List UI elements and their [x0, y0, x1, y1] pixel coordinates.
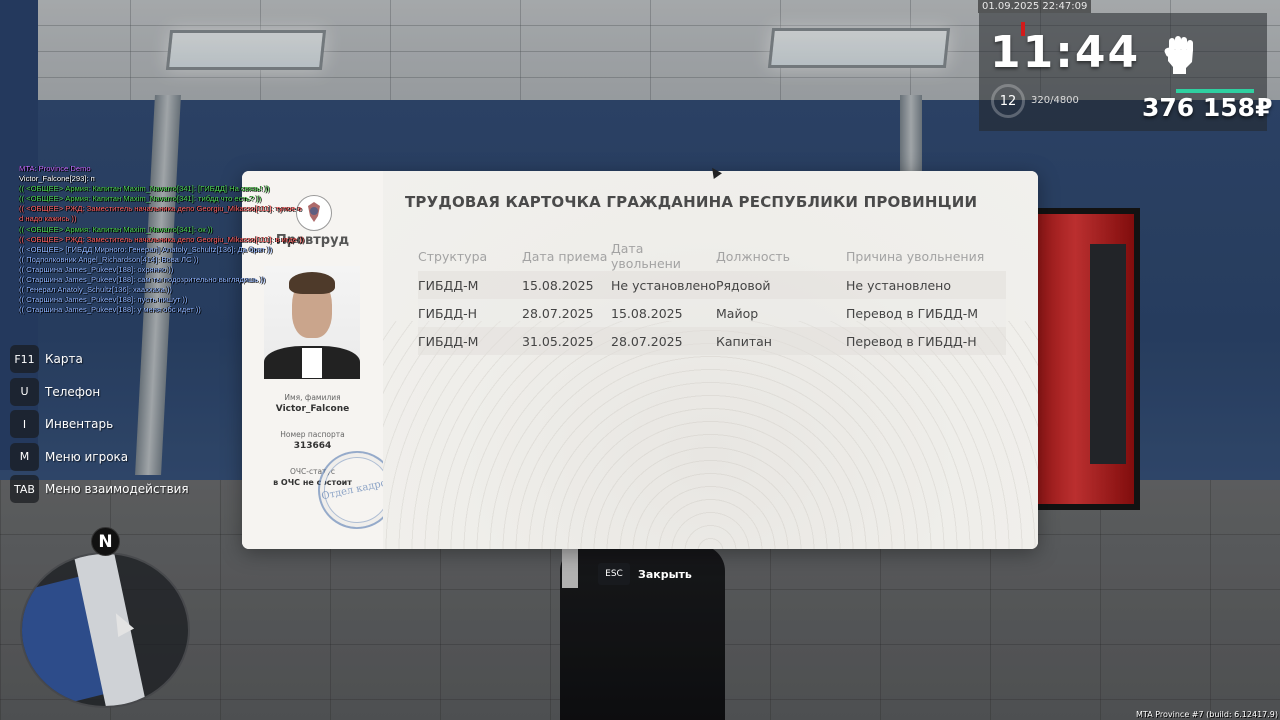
cell-position: Рядовой	[716, 277, 771, 293]
column-header: Структура	[418, 248, 488, 264]
chat-line: (( Подполковник Angel_Richardson[414]: В…	[19, 254, 199, 264]
chat-line: (( Генерал Anatoly_Schultz[136]: хааххах…	[19, 285, 172, 295]
passport-number: 313664	[293, 441, 332, 451]
hint-key: U	[10, 377, 39, 406]
hint-key: I	[10, 410, 39, 439]
esc-key: ESC	[598, 563, 630, 585]
cell-reason: Не установлено	[846, 277, 951, 293]
chat-line: MTA: Province Demo	[19, 164, 91, 173]
chat-line: (( <ОБЩЕЕ> РЖД: Заместитель начальника д…	[19, 204, 302, 214]
cell-structure: ГИБДД-М	[418, 277, 479, 293]
cell-hire-date: 15.08.2025	[522, 277, 594, 293]
hint-player-menu[interactable]: M Меню игрока	[10, 442, 189, 471]
datetime: 01.09.2025 22:47:09	[978, 0, 1092, 13]
hint-interaction-menu[interactable]: TAB Меню взаимодействия	[10, 475, 189, 504]
card-main: ТРУДОВАЯ КАРТОЧКА ГРАЖДАНИНА РЕСПУБЛИКИ …	[383, 171, 1038, 549]
column-header: Дата увольнени	[611, 241, 681, 271]
hint-label: Карта	[45, 352, 83, 366]
chat-log: MTA: Province Demo Victor_Falcone[293]: …	[19, 164, 329, 315]
citizen-name: Victor_Falcone	[275, 404, 350, 414]
hint-inventory[interactable]: I Инвентарь	[10, 410, 189, 439]
hint-map[interactable]: F11 Карта	[10, 345, 189, 373]
close-button[interactable]: ESC Закрыть	[598, 563, 692, 585]
hint-label: Меню игрока	[45, 449, 129, 464]
chat-line: d надо кажись ))	[19, 214, 77, 224]
column-header: Должность	[716, 248, 791, 264]
cell-structure: ГИБДД-Н	[418, 305, 477, 321]
name-label: Имя, фамилия	[284, 393, 341, 402]
employment-table: Структура Дата приема Дата увольнени Дол…	[418, 241, 1006, 355]
cell-dismissal-date: Не установлено	[611, 277, 716, 293]
hint-label: Меню взаимодействия	[45, 482, 189, 497]
key-hints: F11 Карта U Телефон I Инвентарь M Меню и…	[10, 345, 189, 508]
cell-dismissal-date: 15.08.2025	[611, 305, 683, 321]
timer-ring: 12	[991, 84, 1025, 118]
money-balance: 376 158₽	[1142, 93, 1273, 122]
chat-line: (( Старшина James_Pukeev[188]: у меня об…	[19, 305, 201, 315]
chat-line: (( <ОБЩЕЕ> Армия: Капитан Maxim_Navarro[…	[19, 184, 270, 194]
card-title: ТРУДОВАЯ КАРТОЧКА ГРАЖДАНИНА РЕСПУБЛИКИ …	[405, 193, 978, 211]
chat-line: (( <ОБЩЕЕ> РЖД: Заместитель начальника д…	[19, 234, 305, 244]
chat-line: (( Старшина James_Pukeev[188]: охрянно )…	[19, 264, 174, 274]
chat-line: (( <ОБЩЕЕ> Армия: Капитан Maxim_Navarro[…	[19, 194, 262, 204]
cell-reason: Перевод в ГИБДД-Н	[846, 333, 977, 349]
table-row: ГИБДД-М 15.08.2025 Не установлено Рядово…	[418, 271, 1006, 299]
build-info: MTA Province #7 (build: 6.12417.9)	[1136, 710, 1278, 719]
chat-line: (( Старшина James_Pukeev[188]: сам ты по…	[19, 275, 266, 285]
cell-position: Майор	[716, 305, 759, 321]
passport-label: Номер паспорта	[280, 430, 345, 439]
hint-phone[interactable]: U Телефон	[10, 377, 189, 406]
work-record-card: Провтруд Имя, фамилия Victor_Falcone Ном…	[242, 171, 1038, 549]
chat-line: (( Старшина James_Pukeev[188]: пусть пиш…	[19, 295, 188, 305]
hint-key: M	[10, 442, 39, 471]
game-clock: 11:44	[990, 27, 1141, 78]
cell-position: Капитан	[716, 333, 772, 349]
fist-icon	[1164, 36, 1193, 74]
photo-shirt	[302, 348, 322, 378]
timer-value: 12	[999, 93, 1017, 109]
cell-hire-date: 28.07.2025	[522, 305, 594, 321]
hint-label: Телефон	[45, 384, 101, 399]
ammo-counter: 320/4800	[1031, 95, 1079, 106]
close-label: Закрыть	[638, 567, 692, 581]
cell-hire-date: 31.05.2025	[522, 333, 594, 349]
column-header: Дата приема	[522, 248, 608, 264]
chat-line: (( <ОБЩЕЕ> Армия: Капитан Maxim_Navarro[…	[19, 224, 213, 234]
minimap	[20, 552, 190, 708]
table-row: ГИБДД-Н 28.07.2025 15.08.2025 Майор Пере…	[418, 299, 1006, 327]
hint-label: Инвентарь	[45, 417, 114, 432]
guilloche-pattern	[383, 321, 1038, 549]
cell-structure: ГИБДД-М	[418, 333, 479, 349]
north-marker: N	[91, 527, 120, 556]
chat-line: (( <ОБЩЕЕ> [ГИБДД Мирного: Генерал] Anat…	[19, 244, 273, 254]
chat-line: Victor_Falcone[293]: п	[19, 174, 95, 184]
hint-key: F11	[10, 345, 39, 373]
cell-reason: Перевод в ГИБДД-М	[846, 305, 979, 321]
column-header: Причина увольнения	[846, 248, 985, 264]
cell-dismissal-date: 28.07.2025	[611, 333, 683, 349]
table-header-row: Структура Дата приема Дата увольнени Дол…	[418, 241, 1006, 271]
hint-key: TAB	[10, 475, 39, 504]
table-row: ГИБДД-М 31.05.2025 28.07.2025 Капитан Пе…	[418, 327, 1006, 355]
